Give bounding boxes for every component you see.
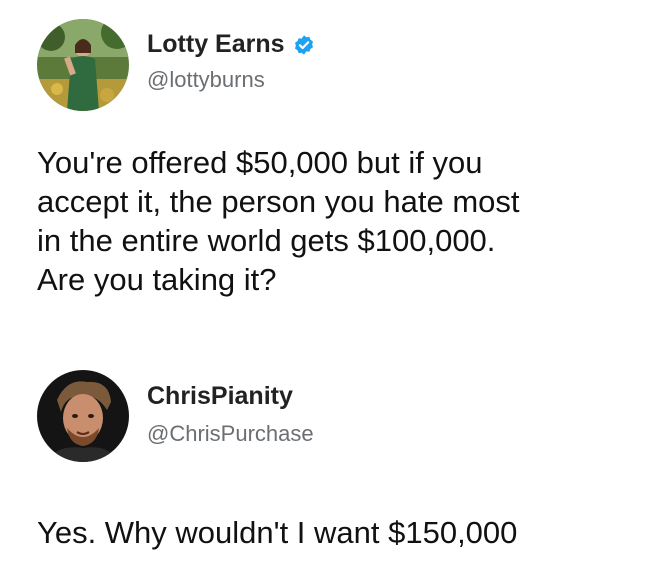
avatar[interactable] (37, 19, 129, 111)
tweet-text: You're offered $50,000 but if you accept… (37, 143, 637, 299)
tweet-reply: ChrisPianity @ChrisPurchase Yes. Why wou… (0, 340, 668, 585)
tweet-original: Lotty Earns @lottyburns You're offered $… (0, 0, 668, 340)
verified-badge-icon (293, 34, 315, 56)
tweet-text-line: You're offered $50,000 but if you (37, 145, 483, 180)
tweet-text-line: in the entire world gets $100,000. (37, 223, 496, 258)
display-name[interactable]: Lotty Earns (147, 30, 315, 59)
user-handle[interactable]: @ChrisPurchase (147, 421, 314, 447)
tweet-text: Yes. Why wouldn't I want $150,000 (37, 513, 657, 552)
tweet-text-line: Yes. Why wouldn't I want $150,000 (37, 515, 518, 550)
avatar[interactable] (37, 370, 129, 462)
display-name[interactable]: ChrisPianity (147, 382, 293, 411)
display-name-text: Lotty Earns (147, 30, 285, 58)
display-name-text: ChrisPianity (147, 382, 293, 410)
user-handle[interactable]: @lottyburns (147, 67, 265, 93)
tweet-text-line: Are you taking it? (37, 262, 277, 297)
tweet-text-line: accept it, the person you hate most (37, 184, 520, 219)
